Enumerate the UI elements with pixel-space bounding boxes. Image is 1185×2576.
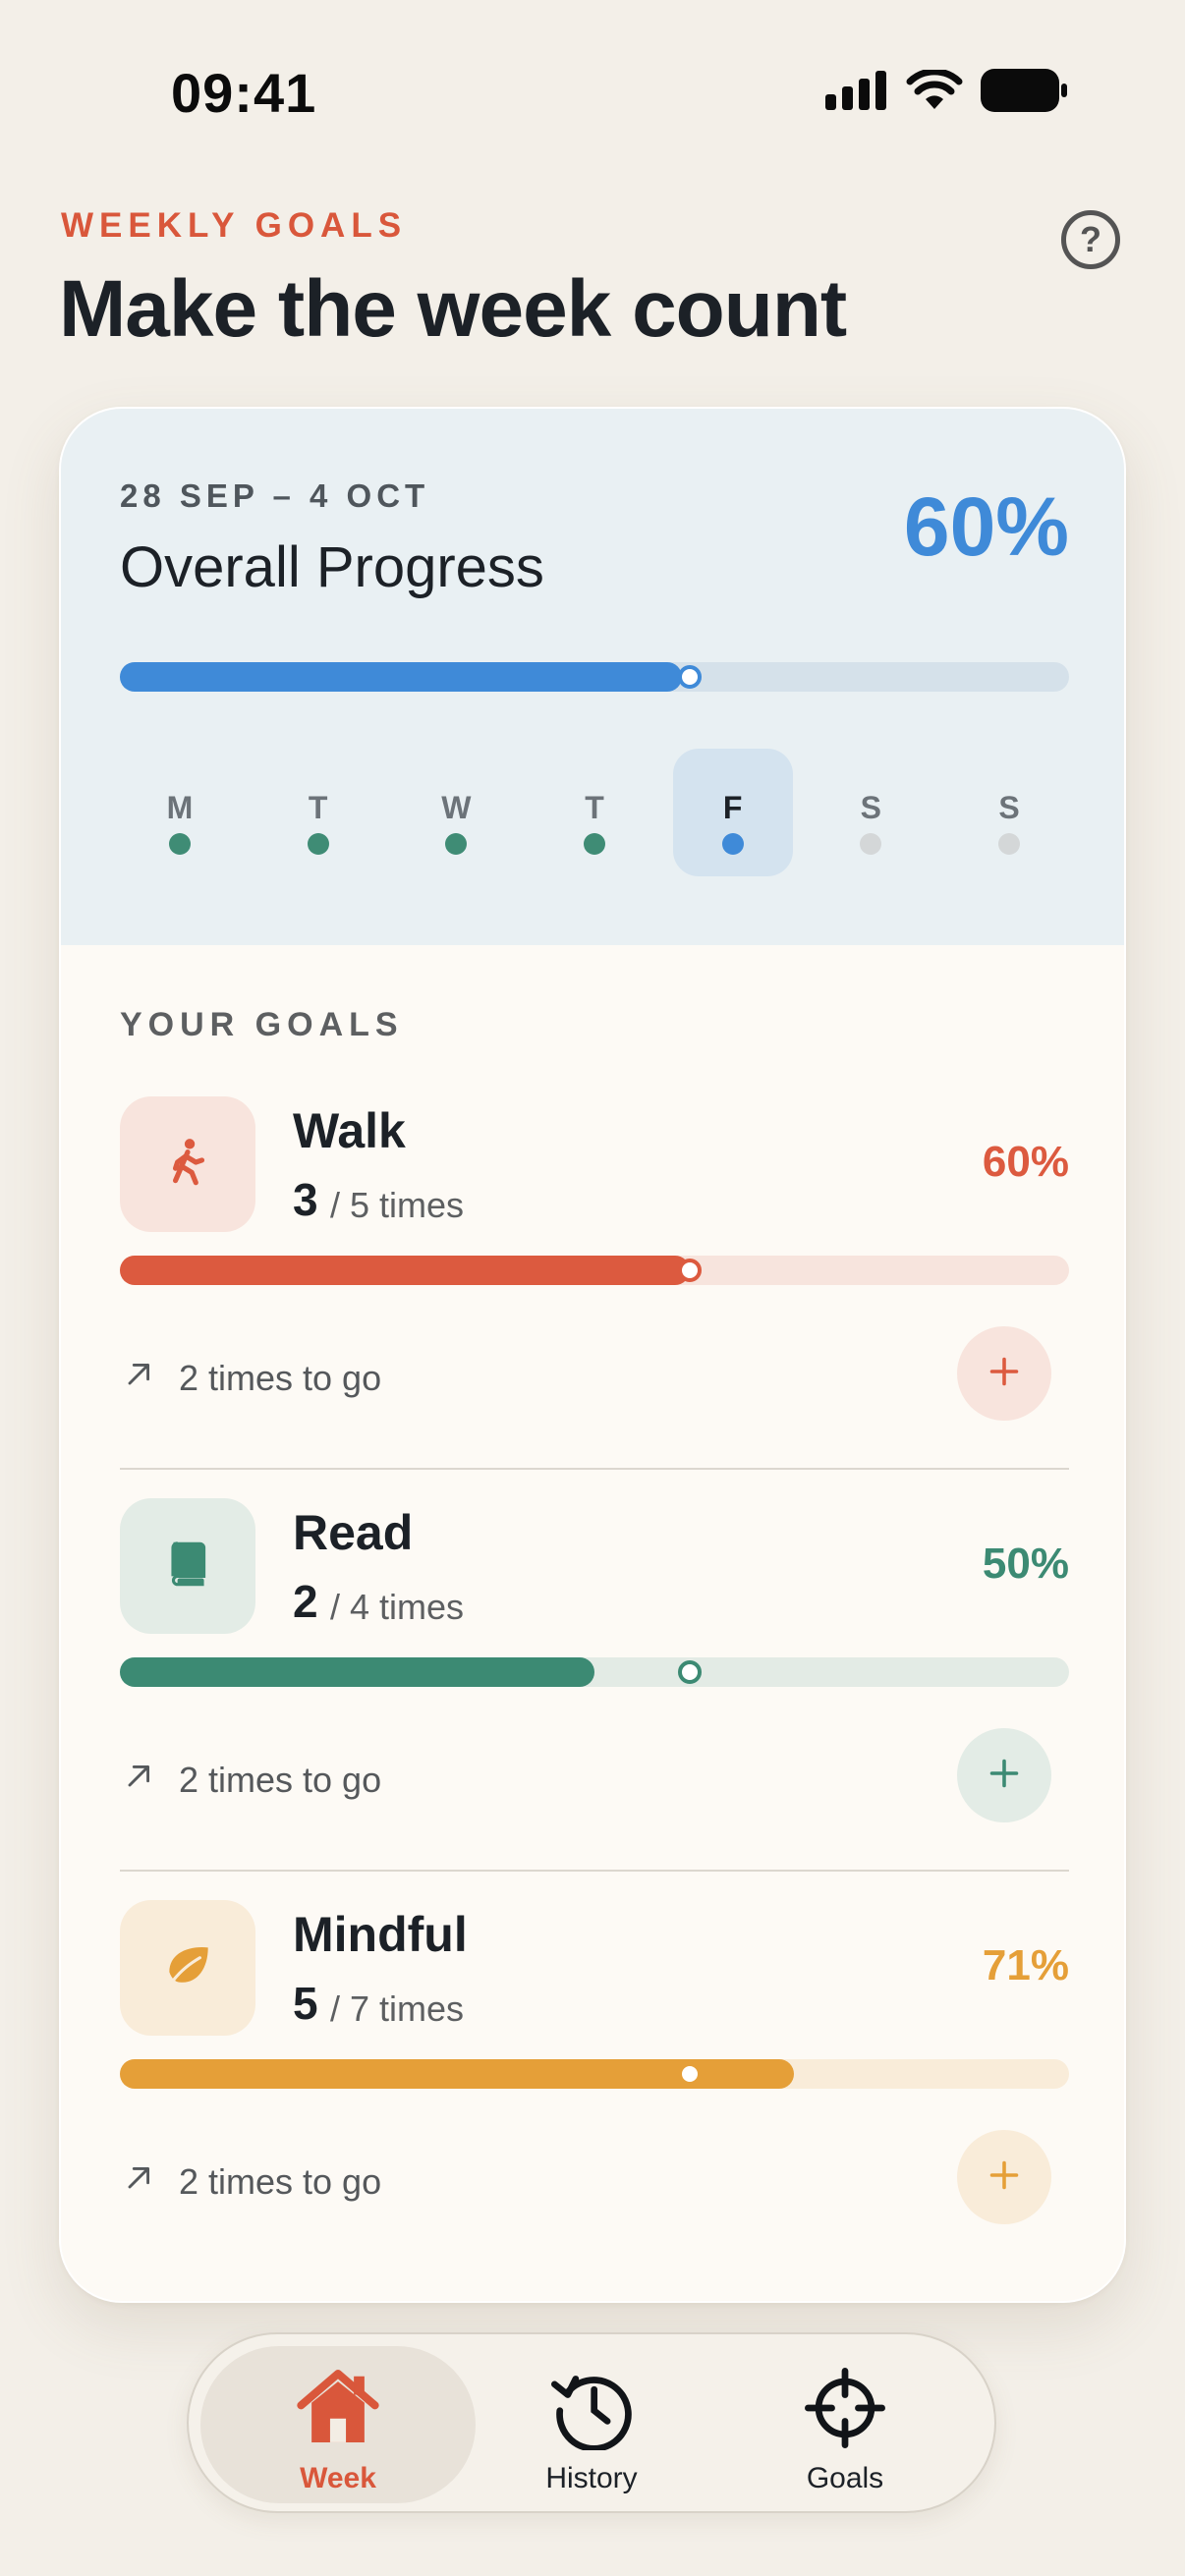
goal-progress-marker xyxy=(677,2062,702,2086)
overall-progress-marker xyxy=(677,665,702,689)
weekday-letter: T xyxy=(585,790,604,825)
add-walk-button[interactable] xyxy=(957,1326,1051,1421)
goal-remaining-text: 2 times to go xyxy=(179,1759,382,1800)
goal-remaining-text: 2 times to go xyxy=(179,1357,382,1398)
goal-progress-bar xyxy=(120,1657,1069,1687)
weekday-letter: F xyxy=(722,790,743,825)
goal-progress-marker xyxy=(677,1660,702,1684)
arrow-up-right-icon xyxy=(120,1756,179,1804)
status-time: 09:41 xyxy=(171,62,317,124)
plus-icon xyxy=(980,1347,1029,1401)
goal-target: / 7 times xyxy=(330,1988,465,2029)
section-eyebrow: WEEKLY GOALS xyxy=(61,206,408,245)
goal-divider xyxy=(120,1468,1069,1470)
weekday-2: W xyxy=(396,749,516,876)
tab-week[interactable]: Week xyxy=(200,2346,476,2503)
weekday-6: S xyxy=(949,749,1069,876)
goal-percent: 71% xyxy=(982,1941,1069,1989)
day-done-dot xyxy=(445,833,468,855)
weekday-3: T xyxy=(535,749,654,876)
goals-heading: YOUR GOALS xyxy=(120,1006,404,1043)
weekday-4: F xyxy=(672,749,793,876)
day-done-dot xyxy=(307,833,329,855)
goal-divider xyxy=(120,1870,1069,1872)
goal-name: Walk xyxy=(293,1103,406,1158)
goal-done-count: 3 xyxy=(293,1174,318,1225)
plus-icon xyxy=(980,1749,1029,1803)
goal-percent: 50% xyxy=(982,1540,1069,1588)
arrow-up-right-icon xyxy=(120,1354,179,1402)
goal-icon-tile xyxy=(120,1900,255,2036)
day-done-dot xyxy=(584,833,605,855)
goals-card: 28 SEP – 4 OCT Overall Progress 60% M T W T… xyxy=(59,407,1126,2303)
weekday-letter: S xyxy=(998,790,1020,825)
overall-progress-bar xyxy=(120,662,1069,692)
goal-progress-fill xyxy=(120,1657,594,1687)
help-button[interactable]: ? xyxy=(1061,210,1120,269)
tab-goals[interactable]: Goals xyxy=(707,2346,983,2503)
tab-bar: Week History Goals xyxy=(187,2332,996,2513)
weekday-0: M xyxy=(120,749,240,876)
home-icon xyxy=(200,2366,476,2450)
goal-done-count: 5 xyxy=(293,1978,318,2029)
day-pending-dot xyxy=(860,833,882,855)
goal-remaining: 2 times to go xyxy=(120,2157,381,2206)
tab-history[interactable]: History xyxy=(454,2346,729,2503)
goal-target: / 4 times xyxy=(330,1587,465,1627)
overall-progress-fill xyxy=(120,662,682,692)
goal-progress-fill xyxy=(120,1256,690,1285)
goal-icon-tile xyxy=(120,1096,255,1232)
cellular-signal-icon xyxy=(825,71,886,110)
goal-name: Mindful xyxy=(293,1907,468,1962)
arrow-up-right-icon xyxy=(120,2157,179,2206)
history-icon xyxy=(454,2366,729,2450)
goal-percent: 60% xyxy=(982,1138,1069,1186)
goal-walk: Walk 3 / 5 times 60% 2 times to go xyxy=(120,1096,1069,1460)
add-read-button[interactable] xyxy=(957,1728,1051,1822)
plus-icon xyxy=(980,2151,1029,2205)
add-mindful-button[interactable] xyxy=(957,2130,1051,2224)
goal-progress-bar xyxy=(120,2059,1069,2089)
goal-mindful: Mindful 5 / 7 times 71% 2 times to go xyxy=(120,1900,1069,2264)
tab-label: History xyxy=(545,2462,638,2494)
weekday-letter: S xyxy=(860,790,881,825)
date-range: 28 SEP – 4 OCT xyxy=(120,477,430,514)
page-title: Make the week count xyxy=(59,264,847,354)
weekday-strip: MTWTFSS xyxy=(120,749,1069,876)
target-icon xyxy=(707,2366,983,2450)
book-icon xyxy=(159,1536,216,1597)
weekday-letter: T xyxy=(308,790,328,825)
goal-progress-marker xyxy=(677,1259,702,1282)
wifi-icon xyxy=(906,70,963,109)
walking-icon xyxy=(159,1134,216,1196)
goal-read: Read 2 / 4 times 50% 2 times to go xyxy=(120,1498,1069,1862)
day-done-dot xyxy=(721,833,744,855)
day-done-dot xyxy=(169,833,191,855)
day-pending-dot xyxy=(998,833,1020,855)
goal-icon-tile xyxy=(120,1498,255,1634)
tab-label: Week xyxy=(300,2462,376,2494)
goal-remaining: 2 times to go xyxy=(120,1354,381,1402)
weekday-1: T xyxy=(258,749,378,876)
overall-progress-percent: 60% xyxy=(903,480,1069,573)
battery-icon xyxy=(981,69,1067,112)
weekday-5: S xyxy=(811,749,931,876)
status-icons xyxy=(825,69,1067,112)
overall-progress-label: Overall Progress xyxy=(120,535,544,599)
question-mark-icon: ? xyxy=(1080,219,1101,259)
goal-name: Read xyxy=(293,1505,414,1560)
weekday-letter: W xyxy=(441,790,472,825)
goal-remaining: 2 times to go xyxy=(120,1756,381,1804)
goal-done-count: 2 xyxy=(293,1576,318,1627)
status-bar: 09:41 xyxy=(0,0,1185,187)
tab-label: Goals xyxy=(806,2462,884,2494)
goal-progress-bar xyxy=(120,1256,1069,1285)
goal-target: / 5 times xyxy=(330,1185,465,1225)
goal-remaining-text: 2 times to go xyxy=(179,2160,382,2202)
overall-progress-panel: 28 SEP – 4 OCT Overall Progress 60% M T W T… xyxy=(61,409,1124,945)
weekday-letter: M xyxy=(166,790,194,825)
leaf-icon xyxy=(159,1937,216,1999)
